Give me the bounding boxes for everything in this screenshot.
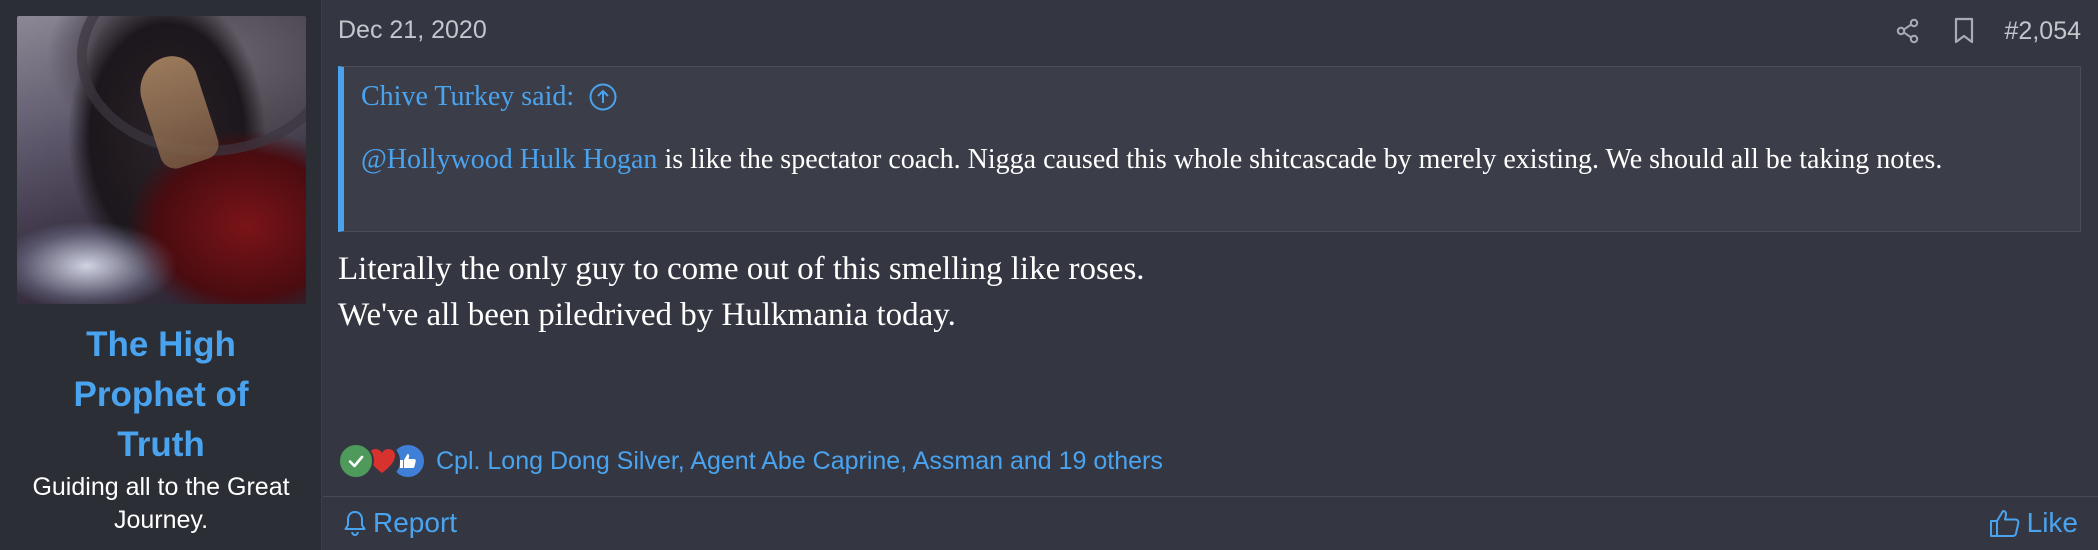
bell-icon — [343, 509, 367, 537]
post-footer: Report Like — [323, 496, 2098, 550]
reaction-icons — [338, 443, 430, 479]
user-mention-link[interactable]: @Hollywood Hulk Hogan — [361, 144, 657, 175]
like-button[interactable]: Like — [1989, 507, 2078, 539]
post-message: Literally the only guy to come out of th… — [338, 246, 2038, 338]
agree-icon — [338, 443, 374, 479]
arrow-up-circle-icon[interactable] — [588, 82, 618, 112]
user-avatar[interactable] — [17, 16, 306, 304]
forum-post: The High Prophet of Truth Guiding all to… — [0, 0, 2098, 550]
username-link[interactable]: The High Prophet of Truth — [0, 320, 322, 470]
reaction-users-link[interactable]: Cpl. Long Dong Silver, Agent Abe Caprine… — [436, 447, 1163, 476]
quote-block: Chive Turkey said: @Hollywood Hulk Hogan… — [338, 66, 2081, 232]
post-main: Dec 21, 2020 #2,054 Chive Turkey said: @… — [323, 0, 2098, 550]
like-label: Like — [2026, 507, 2078, 538]
share-icon[interactable] — [1893, 14, 1923, 48]
post-header-actions: #2,054 — [1893, 14, 2081, 48]
post-date[interactable]: Dec 21, 2020 — [338, 16, 487, 45]
post-number-link[interactable]: #2,054 — [2005, 17, 2081, 46]
quote-author-link[interactable]: Chive Turkey said: — [361, 81, 574, 113]
reactions-bar: Cpl. Long Dong Silver, Agent Abe Caprine… — [338, 443, 1163, 479]
thumbs-up-icon — [1989, 508, 2021, 538]
quote-text: @Hollywood Hulk Hogan is like the specta… — [361, 141, 2060, 179]
user-title: Guiding all to the Great Journey. — [32, 473, 290, 534]
bookmark-icon[interactable] — [1949, 14, 1979, 48]
report-label: Report — [373, 507, 458, 538]
message-line: We've all been piledrived by Hulkmania t… — [338, 297, 956, 333]
quote-header: Chive Turkey said: — [361, 81, 618, 113]
message-line: Literally the only guy to come out of th… — [338, 251, 1145, 287]
report-button[interactable]: Report — [343, 507, 457, 539]
quote-body-text: is like the spectator coach. Nigga cause… — [657, 144, 1943, 175]
user-sidebar: The High Prophet of Truth Guiding all to… — [0, 0, 322, 550]
